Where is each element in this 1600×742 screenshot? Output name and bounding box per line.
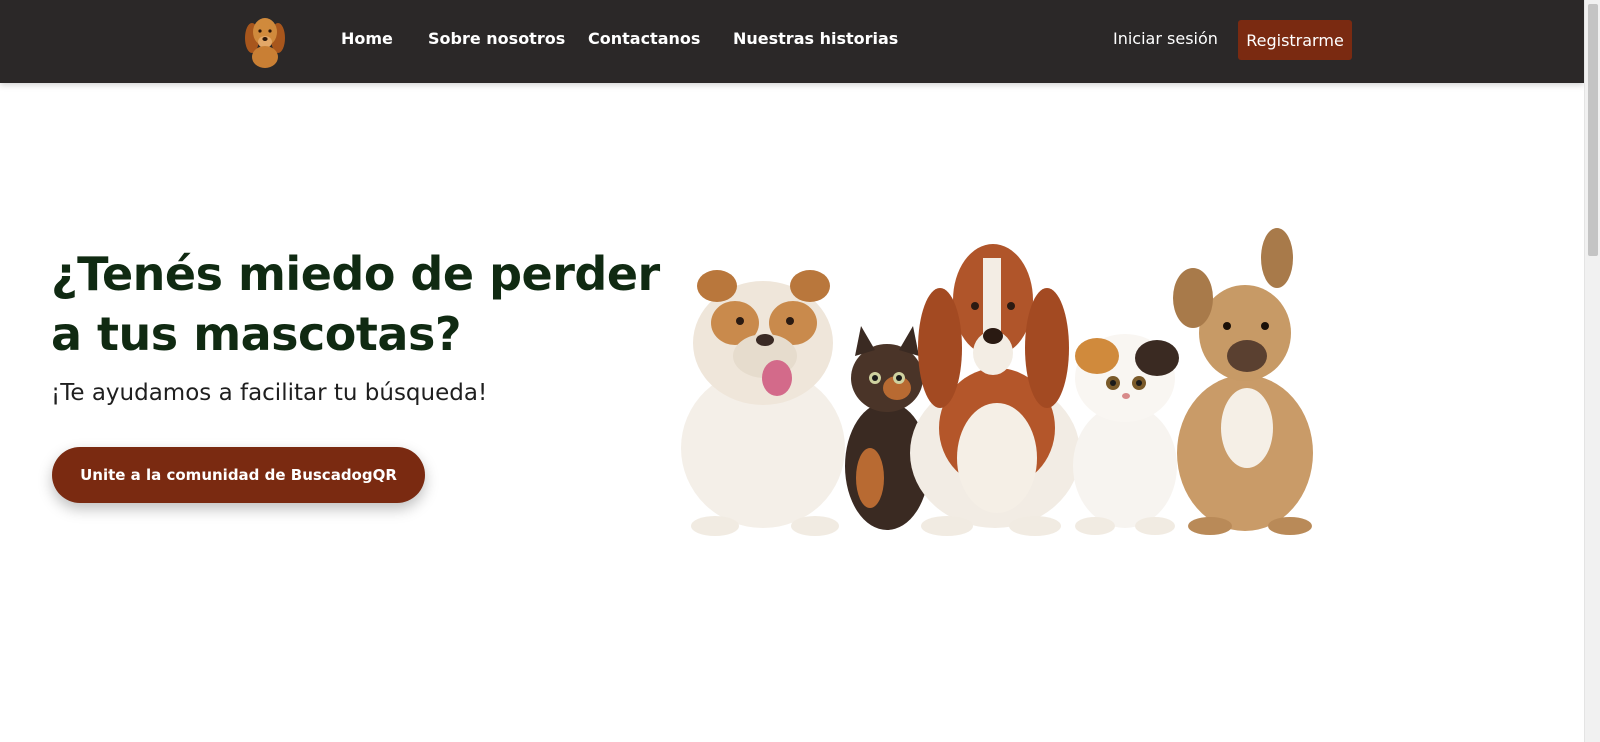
hero-subtitle: ¡Te ayudamos a facilitar tu búsqueda! (51, 380, 488, 406)
hero-title: ¿Tenés miedo de perder a tus mascotas? (51, 247, 660, 361)
vertical-scrollbar[interactable] (1584, 0, 1600, 742)
nav-link-sobre-nosotros[interactable]: Sobre nosotros (428, 29, 565, 48)
nav-link-nuestras-historias[interactable]: Nuestras historias (733, 29, 898, 48)
login-link[interactable]: Iniciar sesión (1113, 29, 1218, 48)
bulldog-image (681, 270, 845, 536)
join-community-button[interactable]: Unite a la comunidad de BuscadogQR (52, 447, 425, 503)
exotic-cat-image (1073, 334, 1179, 535)
register-button[interactable]: Registrarme (1238, 20, 1352, 60)
navbar: Home Sobre nosotros Contactanos Nuestras… (0, 0, 1584, 83)
scrollbar-thumb[interactable] (1588, 4, 1598, 256)
nav-link-home[interactable]: Home (341, 29, 393, 48)
french-bulldog-image (1173, 228, 1313, 535)
golden-retriever-logo-icon[interactable] (244, 12, 286, 68)
nav-link-contactanos[interactable]: Contactanos (588, 29, 700, 48)
basset-hound-image (910, 244, 1080, 536)
pets-group-image (675, 228, 1355, 546)
